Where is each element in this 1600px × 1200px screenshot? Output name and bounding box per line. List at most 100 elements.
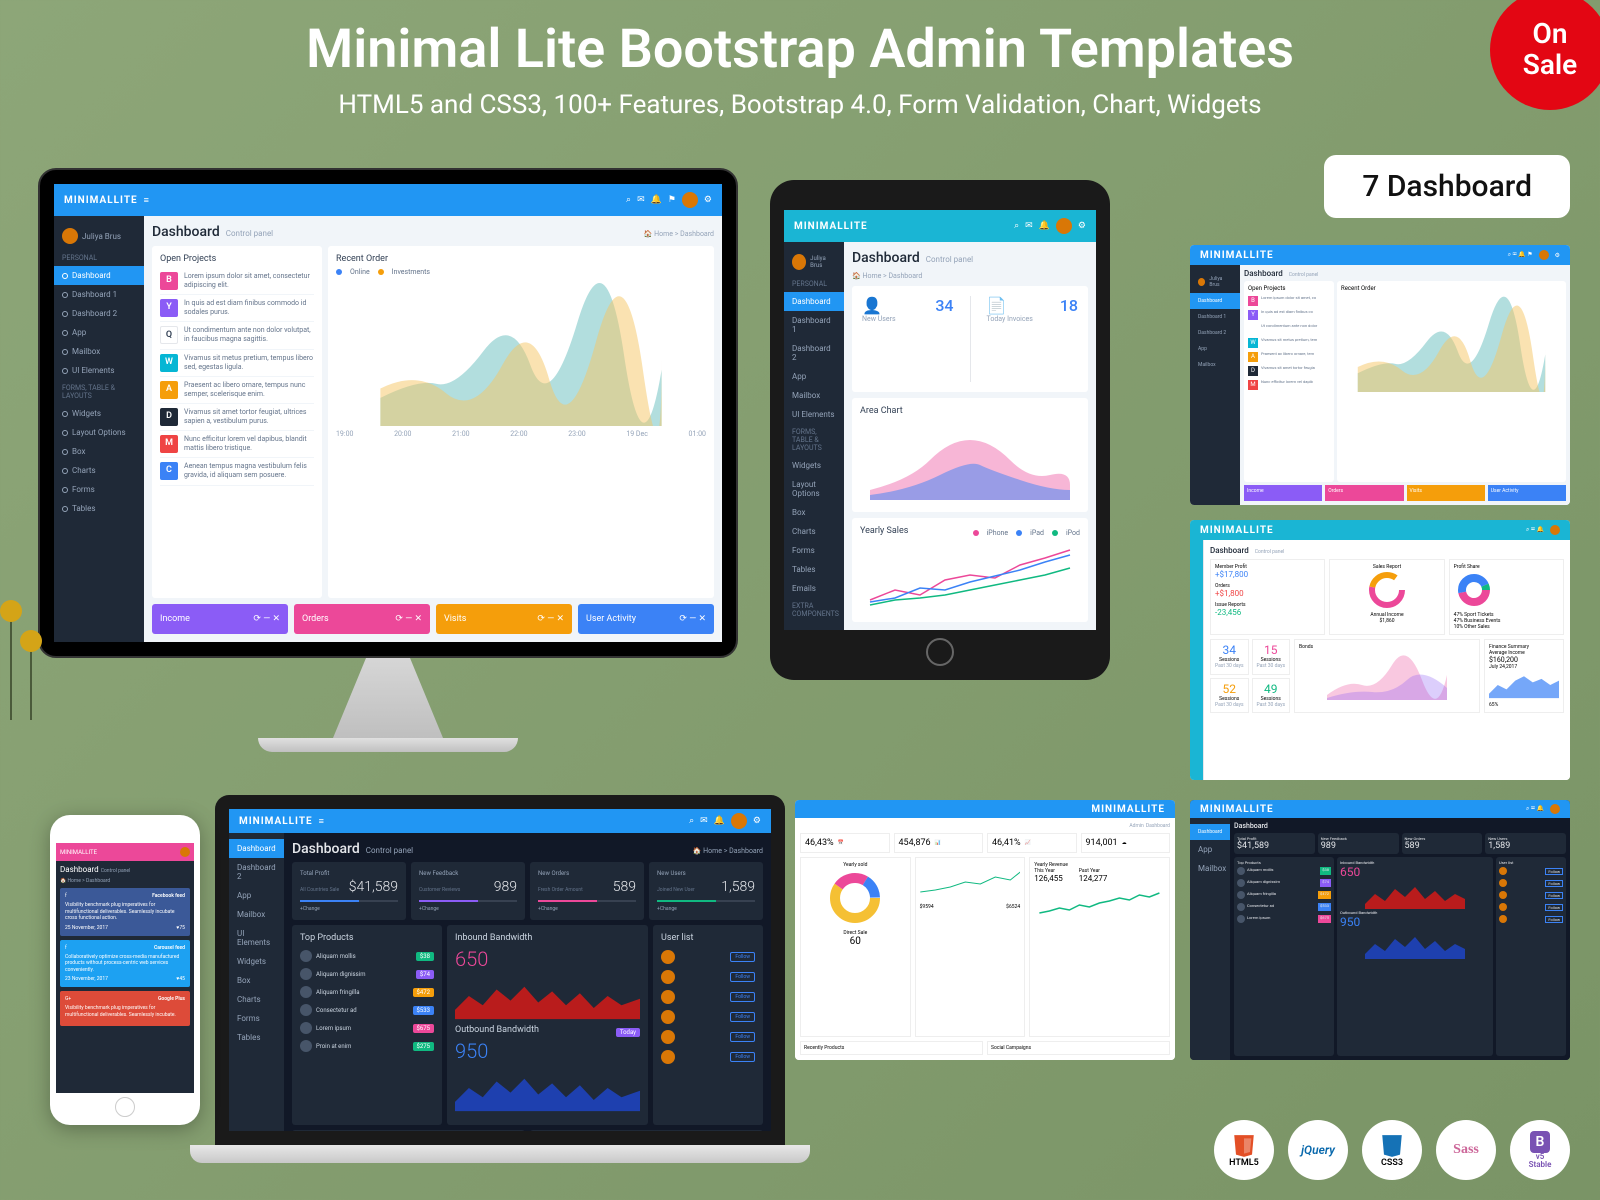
sidebar-item[interactable]: Emails bbox=[784, 579, 844, 598]
sidebar-item-tables[interactable]: Tables bbox=[54, 499, 144, 518]
stat-value: 18 bbox=[1060, 296, 1078, 382]
sidebar-item[interactable]: Forms bbox=[784, 541, 844, 560]
stat-tile[interactable]: User Activity⟳ — ✕ bbox=[578, 604, 714, 634]
sidebar-item[interactable]: Forms bbox=[229, 1009, 284, 1028]
user-item[interactable]: Follow bbox=[661, 1007, 755, 1027]
sidebar-item[interactable]: UI Elements bbox=[784, 405, 844, 424]
page-title: Dashboard bbox=[60, 865, 99, 874]
user-item[interactable]: Follow bbox=[661, 947, 755, 967]
sidebar-item-layout[interactable]: Layout Options bbox=[54, 423, 144, 442]
sidebar-item[interactable]: Dashboard 2 bbox=[784, 339, 844, 367]
avatar[interactable] bbox=[731, 813, 747, 829]
sidebar-item[interactable]: Tables bbox=[229, 1028, 284, 1047]
sidebar-item-box[interactable]: Box bbox=[54, 442, 144, 461]
user-item[interactable]: Follow bbox=[661, 967, 755, 987]
sidebar-item[interactable]: Dashboard 1 bbox=[784, 311, 844, 339]
gear-icon[interactable]: ⚙ bbox=[753, 816, 761, 826]
sidebar-item[interactable]: Mailbox bbox=[784, 386, 844, 405]
stat-tile[interactable]: Visits⟳ — ✕ bbox=[436, 604, 572, 634]
flag-icon[interactable]: ⚑ bbox=[668, 195, 676, 205]
sidebar-item-dashboard2[interactable]: Dashboard 2 bbox=[54, 304, 144, 323]
sidebar-item-dashboard[interactable]: Dashboard bbox=[229, 839, 284, 858]
gear-icon[interactable]: ⚙ bbox=[1078, 221, 1086, 231]
avatar[interactable] bbox=[180, 847, 190, 857]
project-item[interactable]: YIn quis ad est diam finibus commodo id … bbox=[160, 295, 314, 322]
project-item[interactable]: BLorem ipsum dolor sit amet, consectetur… bbox=[160, 268, 314, 295]
thumbnail-2: MINIMALLITE⌕ ✉ 🔔 DashboardControl panel … bbox=[1190, 520, 1570, 780]
product-item[interactable]: Aliquam mollis$38 bbox=[300, 947, 434, 965]
sidebar-item-dashboard[interactable]: Dashboard bbox=[784, 292, 844, 311]
sidebar-item[interactable]: Charts bbox=[229, 990, 284, 1009]
search-icon[interactable]: ⌕ bbox=[626, 195, 631, 205]
project-item[interactable]: APraesent ac libero ornare, tempus nunc … bbox=[160, 377, 314, 404]
sidebar-item[interactable]: Charts bbox=[784, 522, 844, 541]
sidebar-item[interactable]: Box bbox=[229, 971, 284, 990]
sidebar-item-dashboard[interactable]: Dashboard bbox=[54, 266, 144, 285]
sidebar-item[interactable]: Mailbox bbox=[229, 905, 284, 924]
sidebar-item-app[interactable]: App bbox=[54, 323, 144, 342]
product-item[interactable]: Aliquam fringilla$472 bbox=[300, 983, 434, 1001]
brand-logo[interactable]: MINIMALLITE bbox=[64, 195, 138, 206]
project-item[interactable]: CAenean tempus magna vestibulum felis gr… bbox=[160, 458, 314, 485]
project-item[interactable]: QUt condimentum ante non dolor volutpat,… bbox=[160, 322, 314, 349]
decoration-flowers bbox=[0, 600, 50, 720]
mail-icon[interactable]: ✉ bbox=[637, 195, 645, 205]
sidebar-item[interactable]: UI Elements bbox=[229, 924, 284, 952]
sidebar-item-charts[interactable]: Charts bbox=[54, 461, 144, 480]
sidebar-section: EXTRA COMPONENTS bbox=[784, 598, 844, 622]
sidebar-user[interactable]: Juliya Brus bbox=[784, 248, 844, 276]
sidebar-item[interactable]: Widgets bbox=[229, 952, 284, 971]
bell-icon[interactable]: 🔔 bbox=[1039, 221, 1050, 231]
panel-title: Recent Order bbox=[336, 254, 706, 264]
brand-logo[interactable]: MINIMALLITE bbox=[794, 221, 868, 232]
bell-icon[interactable]: 🔔 bbox=[651, 195, 662, 205]
search-icon[interactable]: ⌕ bbox=[1014, 221, 1019, 231]
brand-logo[interactable]: MINIMALLITE bbox=[239, 816, 313, 827]
sidebar-item-label: Charts bbox=[72, 466, 96, 475]
sidebar-item-widgets[interactable]: Widgets bbox=[54, 404, 144, 423]
feed-card[interactable]: fFacebook feedVisibility benchmark plug … bbox=[60, 888, 190, 936]
sidebar-item[interactable]: Box bbox=[784, 503, 844, 522]
product-item[interactable]: Proin at enim$275 bbox=[300, 1037, 434, 1055]
sidebar-item-ui[interactable]: UI Elements bbox=[54, 361, 144, 380]
project-item[interactable]: DVivamus sit amet tortor feugiat, ultric… bbox=[160, 404, 314, 431]
stat-tile[interactable]: Income⟳ — ✕ bbox=[152, 604, 288, 634]
user-item[interactable]: Follow bbox=[661, 987, 755, 1007]
product-item[interactable]: Lorem ipsum$675 bbox=[300, 1019, 434, 1037]
sidebar-user[interactable]: Juliya Brus bbox=[54, 222, 144, 250]
sidebar-section: PERSONAL bbox=[54, 250, 144, 266]
mail-icon[interactable]: ✉ bbox=[1025, 221, 1033, 231]
breadcrumb[interactable]: 🏠 Home > Dashboard bbox=[644, 230, 714, 238]
avatar[interactable] bbox=[682, 192, 698, 208]
sidebar-item[interactable]: Tables bbox=[784, 560, 844, 579]
search-icon[interactable]: ⌕ bbox=[689, 816, 694, 826]
bell-icon[interactable]: 🔔 bbox=[714, 816, 725, 826]
sidebar-item-forms[interactable]: Forms bbox=[54, 480, 144, 499]
project-item[interactable]: WVivamus sit metus pretium, tempus liber… bbox=[160, 350, 314, 377]
avatar[interactable] bbox=[1056, 218, 1072, 234]
page-subtitle: Control panel bbox=[226, 229, 273, 238]
menu-toggle-icon[interactable]: ≡ bbox=[144, 195, 149, 206]
dashboard-icon bbox=[62, 273, 68, 279]
product-item[interactable]: Consectetur ad$533 bbox=[300, 1001, 434, 1019]
sidebar-item[interactable]: Dashboard 2 bbox=[229, 858, 284, 886]
sidebar-item[interactable]: App bbox=[229, 886, 284, 905]
feed-card[interactable]: fCarousel feedCollaboratively optimize c… bbox=[60, 940, 190, 988]
sidebar-item-mailbox[interactable]: Mailbox bbox=[54, 342, 144, 361]
brand-logo[interactable]: MINIMALLITE bbox=[60, 849, 97, 856]
project-item[interactable]: MNunc efficitur lorem vel dapibus, bland… bbox=[160, 431, 314, 458]
user-item[interactable]: Follow bbox=[661, 1027, 755, 1047]
breadcrumb[interactable]: 🏠 Home > Dashboard bbox=[852, 272, 1088, 280]
user-item[interactable]: Follow bbox=[661, 1047, 755, 1067]
sidebar-item[interactable]: Layout Options bbox=[784, 475, 844, 503]
mail-icon[interactable]: ✉ bbox=[700, 816, 708, 826]
sidebar-item[interactable]: Widgets bbox=[784, 456, 844, 475]
gear-icon[interactable]: ⚙ bbox=[704, 195, 712, 205]
iphone-home-button[interactable] bbox=[115, 1097, 135, 1117]
sidebar-item-dashboard1[interactable]: Dashboard 1 bbox=[54, 285, 144, 304]
stat-tile[interactable]: Orders⟳ — ✕ bbox=[294, 604, 430, 634]
product-item[interactable]: Aliquam dignissim$74 bbox=[300, 965, 434, 983]
ipad-home-button[interactable] bbox=[926, 638, 954, 666]
feed-card[interactable]: G+Google PlusVisibility benchmark plug i… bbox=[60, 991, 190, 1026]
sidebar-item[interactable]: App bbox=[784, 367, 844, 386]
